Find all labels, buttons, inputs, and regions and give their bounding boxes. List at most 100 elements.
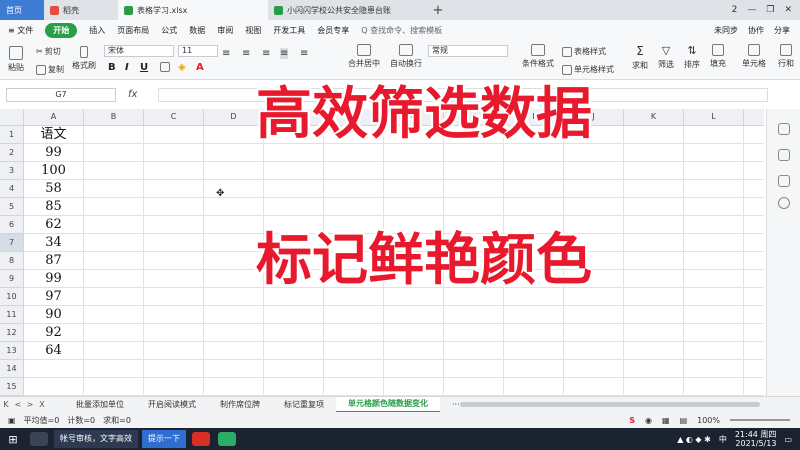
cell-F15[interactable]: [324, 378, 384, 396]
cell-A12[interactable]: 92: [24, 324, 84, 342]
tab-other-workbook[interactable]: 小闪闪学校公共安全隐患台账: [268, 0, 428, 20]
cell-J14[interactable]: [564, 360, 624, 378]
windows-start-icon[interactable]: ⊞: [0, 433, 26, 446]
row-header-4[interactable]: 4: [0, 180, 24, 198]
column-header-B[interactable]: B: [84, 109, 144, 126]
page-view-icon[interactable]: ▤: [680, 416, 688, 425]
sync-status[interactable]: 未同步: [714, 25, 738, 36]
sheet-tab-4[interactable]: 标记重复项: [272, 399, 336, 410]
ime-s-icon[interactable]: S: [629, 416, 635, 425]
wps-icon[interactable]: [192, 432, 210, 446]
fill-button[interactable]: 填充: [710, 44, 726, 69]
cell-C14[interactable]: [144, 360, 204, 378]
sheet-first-icon[interactable]: K: [0, 400, 12, 409]
cell-J12[interactable]: [564, 324, 624, 342]
cell-L4[interactable]: [684, 180, 744, 198]
cell-L12[interactable]: [684, 324, 744, 342]
cell-F11[interactable]: [324, 306, 384, 324]
cell-K13[interactable]: [624, 342, 684, 360]
cell-K5[interactable]: [624, 198, 684, 216]
cell-D13[interactable]: [204, 342, 264, 360]
cell-B8[interactable]: [84, 252, 144, 270]
rowcol-button[interactable]: 行和: [778, 44, 794, 69]
cell-C11[interactable]: [144, 306, 204, 324]
cell-F5[interactable]: [324, 198, 384, 216]
row-header-11[interactable]: 11: [0, 306, 24, 324]
cell-style-button[interactable]: 单元格样式: [562, 64, 614, 75]
fx-icon[interactable]: fx: [128, 89, 137, 100]
cell-M15[interactable]: [744, 378, 764, 396]
cell-I5[interactable]: [504, 198, 564, 216]
cell-I13[interactable]: [504, 342, 564, 360]
cell-C8[interactable]: [144, 252, 204, 270]
sheet-tab-3[interactable]: 制作席位牌: [208, 399, 272, 410]
cell-H5[interactable]: [444, 198, 504, 216]
cell-A8[interactable]: 87: [24, 252, 84, 270]
row-header-12[interactable]: 12: [0, 324, 24, 342]
row-header-9[interactable]: 9: [0, 270, 24, 288]
cell-I3[interactable]: [504, 162, 564, 180]
cell-G12[interactable]: [384, 324, 444, 342]
sheet-tab-5[interactable]: 单元格颜色随数据变化: [336, 396, 440, 413]
taskview-icon[interactable]: [30, 432, 48, 446]
cell-M12[interactable]: [744, 324, 764, 342]
cell-F14[interactable]: [324, 360, 384, 378]
eye-icon[interactable]: ◉: [645, 416, 652, 425]
taskbar-task-1[interactable]: 帐号审核，文字高效: [54, 430, 138, 448]
row-header-7[interactable]: 7: [0, 234, 24, 252]
table-style-button[interactable]: 表格样式: [562, 46, 606, 57]
cell-D12[interactable]: [204, 324, 264, 342]
filter-button[interactable]: ▽ 筛选: [658, 44, 674, 70]
format-painter-button[interactable]: 格式刷: [72, 46, 96, 71]
cell-J13[interactable]: [564, 342, 624, 360]
column-header-C[interactable]: C: [144, 109, 204, 126]
menu-data[interactable]: 数据: [189, 25, 205, 36]
zoom-slider[interactable]: [730, 419, 790, 421]
cell-F12[interactable]: [324, 324, 384, 342]
taskbar-task-2[interactable]: 提示一下: [142, 430, 186, 448]
layout-button[interactable]: 2: [732, 5, 738, 15]
cell-A9[interactable]: 99: [24, 270, 84, 288]
cell-J11[interactable]: [564, 306, 624, 324]
cell-M2[interactable]: [744, 144, 764, 162]
cell-C3[interactable]: [144, 162, 204, 180]
sheet-next-icon[interactable]: >: [24, 400, 36, 409]
cell-L3[interactable]: [684, 162, 744, 180]
merge-center-button[interactable]: 合并居中: [348, 44, 380, 69]
cell-D5[interactable]: [204, 198, 264, 216]
cell-A7[interactable]: 34: [24, 234, 84, 252]
cell-G4[interactable]: [384, 180, 444, 198]
cell-M3[interactable]: [744, 162, 764, 180]
menu-insert[interactable]: 插入: [89, 25, 105, 36]
menu-member[interactable]: 会员专享: [317, 25, 349, 36]
cell-A11[interactable]: 90: [24, 306, 84, 324]
cell-L1[interactable]: [684, 126, 744, 144]
font-name-select[interactable]: 宋体: [104, 45, 174, 57]
cell-H12[interactable]: [444, 324, 504, 342]
font-color-icon[interactable]: A: [196, 62, 204, 73]
tab-daoke[interactable]: 稻壳: [44, 0, 118, 20]
cell-F13[interactable]: [324, 342, 384, 360]
ime-indicator[interactable]: 中: [719, 434, 727, 445]
cell-K12[interactable]: [624, 324, 684, 342]
cell-J5[interactable]: [564, 198, 624, 216]
cell-A3[interactable]: 100: [24, 162, 84, 180]
conditional-format-button[interactable]: 条件格式: [522, 44, 554, 69]
cell-L2[interactable]: [684, 144, 744, 162]
align-middle-icon[interactable]: ≡: [242, 48, 250, 59]
cell-D11[interactable]: [204, 306, 264, 324]
cell-B14[interactable]: [84, 360, 144, 378]
cell-E11[interactable]: [264, 306, 324, 324]
cell-L10[interactable]: [684, 288, 744, 306]
close-button[interactable]: ✕: [784, 5, 792, 15]
panel-style-icon[interactable]: [778, 175, 790, 187]
cell-B4[interactable]: [84, 180, 144, 198]
cell-C5[interactable]: [144, 198, 204, 216]
cell-M11[interactable]: [744, 306, 764, 324]
cell-M4[interactable]: [744, 180, 764, 198]
cell-A13[interactable]: 64: [24, 342, 84, 360]
cell-B3[interactable]: [84, 162, 144, 180]
panel-pointer-icon[interactable]: [778, 123, 790, 135]
cell-B7[interactable]: [84, 234, 144, 252]
cell-E4[interactable]: [264, 180, 324, 198]
